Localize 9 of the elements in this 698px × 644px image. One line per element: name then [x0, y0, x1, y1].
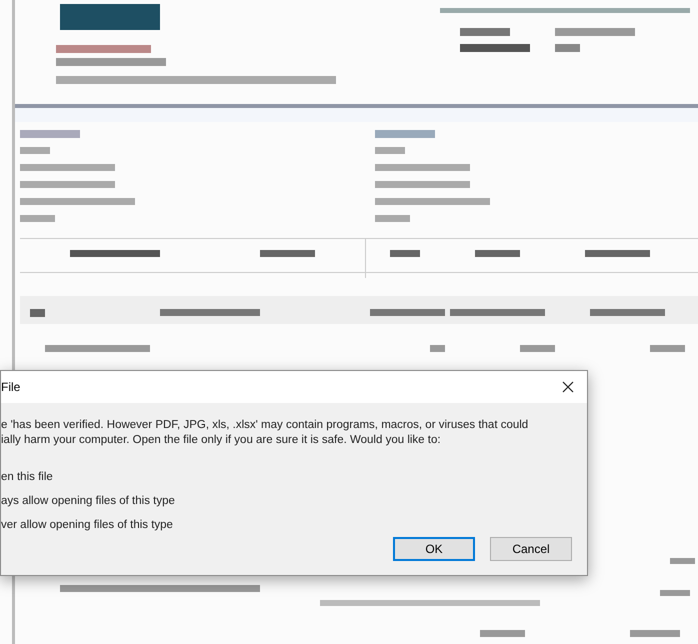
option-label[interactable]: en this file — [1, 469, 53, 485]
close-icon — [562, 381, 574, 393]
message-text: e 'has been verified. However PDF, JPG, xls, .xlsx' may contain programs, macros, or viruses that could — [1, 418, 530, 433]
dialog-title: File — [1, 379, 20, 396]
option-label[interactable]: ver allow opening files of this type — [1, 517, 173, 533]
dialog-button[interactable]: Cancel — [490, 537, 572, 561]
message-text: ially harm your computer. Open the file only if you are sure it is safe. Would you like to: — [1, 433, 442, 448]
option-label[interactable]: ays allow opening files of this type — [1, 493, 175, 509]
dialog-button[interactable]: OK — [393, 537, 475, 561]
